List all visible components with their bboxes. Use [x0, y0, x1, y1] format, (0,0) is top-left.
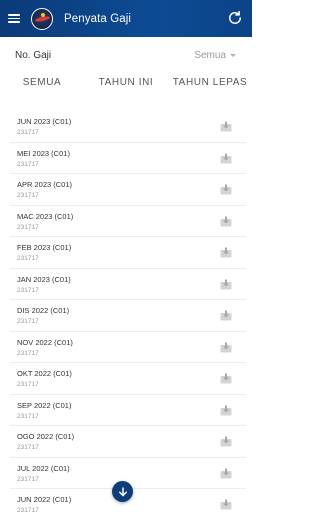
- filter-label: No. Gaji: [15, 50, 52, 61]
- download-icon[interactable]: [220, 121, 232, 132]
- tab-semua[interactable]: SEMUA: [0, 74, 84, 96]
- statement-row[interactable]: OKT 2022 (C01) 231717: [10, 363, 246, 395]
- statement-month: MAC 2023 (C01): [17, 211, 74, 221]
- menu-button[interactable]: [1, 0, 27, 37]
- statement-code: 231717: [17, 381, 39, 388]
- statement-month: JUN 2023 (C01): [17, 117, 72, 126]
- period-tabs: SEMUA TAHUN INI TAHUN LEPAS: [0, 74, 252, 96]
- hamburger-menu-icon: [8, 14, 20, 23]
- statement-code: 231717: [17, 475, 39, 483]
- statement-month: OGO 2022 (C01): [17, 432, 75, 441]
- scroll-down-button[interactable]: [112, 481, 133, 502]
- arrow-down-icon: [118, 486, 127, 496]
- statement-month: DIS 2022 (C01): [17, 306, 70, 315]
- salary-number-dropdown[interactable]: Semua: [194, 50, 236, 61]
- statement-row[interactable]: MAC 2023 (C01) 231717: [10, 206, 246, 237]
- tab-tahun-lepas[interactable]: TAHUN LEPAS: [168, 74, 252, 96]
- refresh-icon[interactable]: [226, 9, 244, 27]
- statement-month: NOV 2022 (C01): [17, 337, 73, 347]
- download-icon[interactable]: [220, 373, 232, 384]
- download-icon[interactable]: [220, 153, 232, 164]
- statement-code: 231717: [17, 444, 39, 451]
- download-icon[interactable]: [220, 468, 232, 479]
- tab-tahun-ini[interactable]: TAHUN INI: [84, 74, 168, 96]
- statement-row[interactable]: MEI 2023 (C01) 231717: [10, 143, 246, 174]
- statement-month: JAN 2023 (C01): [17, 274, 71, 284]
- statement-month: MEI 2023 (C01): [17, 148, 70, 158]
- statement-month: OKT 2022 (C01): [17, 369, 72, 378]
- statement-row[interactable]: DIS 2022 (C01) 231717: [10, 300, 246, 332]
- chevron-down-icon: [230, 54, 236, 57]
- download-icon[interactable]: [220, 436, 232, 447]
- dropdown-value: Semua: [194, 50, 226, 61]
- download-icon[interactable]: [220, 279, 232, 290]
- statement-code: 231717: [17, 223, 39, 231]
- download-icon[interactable]: [220, 247, 232, 258]
- statement-code: 231717: [17, 255, 39, 262]
- statement-row[interactable]: OGO 2022 (C01) 231717: [10, 426, 246, 458]
- app-logo: [31, 7, 53, 30]
- statement-code: 231717: [17, 349, 39, 357]
- download-icon[interactable]: [220, 499, 232, 510]
- statement-list: JUN 2023 (C01) 231717 MEI 2023 (C01) 231…: [10, 111, 246, 512]
- download-icon[interactable]: [220, 184, 232, 195]
- download-icon[interactable]: [220, 310, 232, 321]
- statement-row[interactable]: JUN 2023 (C01) 231717: [10, 111, 246, 143]
- statement-row[interactable]: SEP 2022 (C01) 231717: [10, 395, 246, 426]
- app-bar: Penyata Gaji: [0, 0, 252, 37]
- statement-month: JUL 2022 (C01): [17, 463, 70, 473]
- statement-row[interactable]: FEB 2023 (C01) 231717: [10, 237, 246, 269]
- statement-month: JUN 2022 (C01): [17, 495, 72, 504]
- page-title: Penyata Gaji: [64, 12, 132, 25]
- statement-code: 231717: [17, 412, 39, 420]
- statement-month: APR 2023 (C01): [17, 180, 73, 189]
- statement-row[interactable]: NOV 2022 (C01) 231717: [10, 332, 246, 363]
- salary-number-filter: No. Gaji Semua: [0, 46, 252, 66]
- download-icon[interactable]: [220, 216, 232, 227]
- statement-row[interactable]: JAN 2023 (C01) 231717: [10, 269, 246, 300]
- statement-code: 231717: [17, 286, 39, 294]
- statement-code: 231717: [17, 192, 39, 199]
- statement-month: FEB 2023 (C01): [17, 243, 72, 252]
- download-icon[interactable]: [220, 342, 232, 353]
- statement-month: SEP 2022 (C01): [17, 400, 72, 410]
- statement-code: 231717: [17, 160, 39, 168]
- statement-code: 231717: [17, 129, 39, 136]
- statement-code: 231717: [17, 318, 39, 325]
- statement-code: 231717: [17, 507, 39, 512]
- statement-row[interactable]: APR 2023 (C01) 231717: [10, 174, 246, 206]
- download-icon[interactable]: [220, 405, 232, 416]
